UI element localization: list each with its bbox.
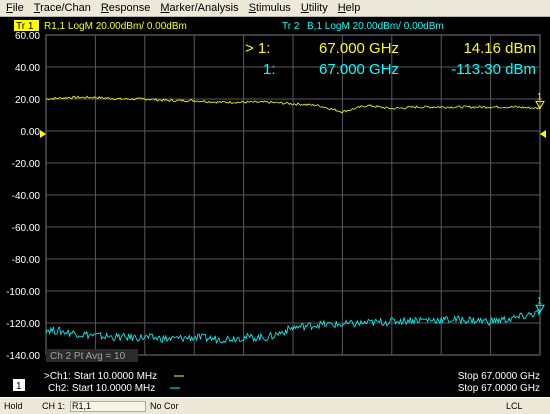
marker2-label: 1: [263, 61, 276, 78]
menu-stimulus[interactable]: Stimulus [245, 0, 295, 16]
trace-plot: 60.00 40.00 20.00 0.00 -20.00 -40.00 -60.00 -80… [6, 20, 546, 394]
marker1-label: > 1: [245, 40, 270, 57]
channel-label: CH 1: [42, 401, 66, 411]
trace1-info: R1,1 LogM 20.00dBm/ 0.00dBm [44, 21, 187, 32]
marker1-frequency: 67.000 GHz [319, 40, 399, 57]
marker2-frequency: 67.000 GHz [319, 61, 399, 78]
menu-response[interactable]: Response [97, 0, 155, 16]
window-number[interactable]: 1 [16, 381, 22, 392]
reference-right-arrow [540, 130, 546, 138]
correction-status: No Cor [150, 401, 179, 411]
ch2-start: Ch2: Start 10.0000 MHz [48, 383, 155, 394]
y-tick-label: -80.00 [12, 255, 41, 266]
y-axis-labels: 60.00 40.00 20.00 0.00 -20.00 -40.00 -60.00 -80… [6, 31, 40, 362]
ch1-stop: Stop 67.0000 GHz [458, 371, 540, 382]
marker2-value: -113.30 dBm [451, 61, 536, 78]
marker1-value: 14.16 dBm [463, 40, 536, 57]
ch2-stop: Stop 67.0000 GHz [458, 383, 540, 394]
trace1-tag[interactable]: Tr 1 [16, 21, 34, 32]
y-tick-label: -140.00 [6, 351, 40, 362]
lcl-status: LCL [506, 401, 523, 411]
marker-1-number: 1 [537, 91, 542, 101]
y-tick-label: 20.00 [15, 95, 40, 106]
reference-left-arrow [40, 130, 46, 138]
menu-marker-analysis[interactable]: Marker/Analysis [156, 0, 242, 16]
graticule [45, 34, 541, 356]
y-tick-label: -40.00 [12, 191, 41, 202]
status-bar: Hold CH 1: R1,1 No Cor LCL [0, 397, 550, 414]
ch1-start: >Ch1: Start 10.0000 MHz [44, 371, 157, 382]
menu-trace-chan[interactable]: Trace/Chan [30, 0, 95, 16]
menu-help[interactable]: Help [334, 0, 365, 16]
analyzer-screen: 60.00 40.00 20.00 0.00 -20.00 -40.00 -60.00 -80… [0, 17, 550, 397]
y-tick-label: 40.00 [15, 63, 40, 74]
traces: 11 [45, 91, 545, 344]
y-tick-label: 60.00 [15, 31, 40, 42]
menu-file[interactable]: File [2, 0, 28, 16]
marker-2-number: 1 [537, 295, 542, 305]
trace2-tag[interactable]: Tr 2 [282, 21, 300, 32]
averaging-status: Ch 2 Pt Avg = 10 [50, 351, 126, 362]
menu-bar: File Trace/Chan Response Marker/Analysis Sti… [0, 0, 550, 17]
hold-status[interactable]: Hold [4, 398, 23, 414]
y-tick-label: -60.00 [12, 223, 41, 234]
y-tick-label: -100.00 [6, 287, 40, 298]
param-status: R1,1 [72, 401, 92, 411]
y-tick-label: 0.00 [21, 127, 41, 138]
trace2-info: B,1 LogM 20.00dBm/ 0.00dBm [307, 21, 444, 32]
y-tick-label: -120.00 [6, 319, 40, 330]
menu-utility[interactable]: Utility [297, 0, 332, 16]
y-tick-label: -20.00 [12, 159, 41, 170]
